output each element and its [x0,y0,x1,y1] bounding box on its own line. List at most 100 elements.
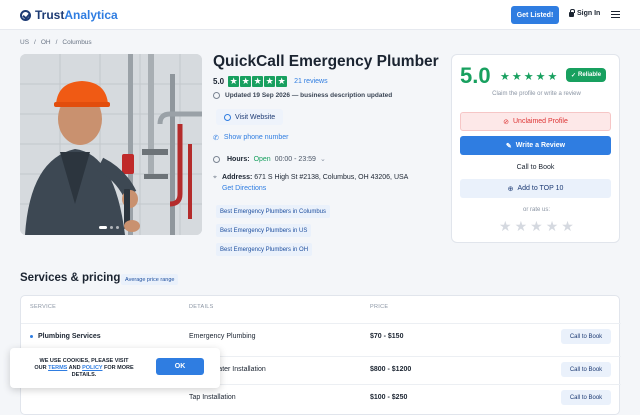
table-row: Plumbing Services Emergency Plumbing $70… [21,323,621,349]
carousel-dot[interactable] [116,226,119,229]
hours-time: 00:00 - 23:59 [274,155,316,163]
cookie-ok-button[interactable]: OK [156,358,204,375]
clock-icon [213,155,220,163]
rate-stars-input[interactable]: ★ ★ ★ ★ ★ [499,218,574,235]
star-icon: ★ [252,76,264,87]
hours-label: Hours: [227,155,250,163]
rating-card: 5.0 ★ ★ ★ ★ ★ ✓ Reliable Claim the profi… [451,54,620,243]
sign-in-label: Sign In [577,10,601,17]
star-outline-icon[interactable]: ★ [530,218,543,235]
service-name: Plumbing Services [30,333,101,340]
address-row: ⌖ Address: 671 S High St #2138, Columbus… [213,172,408,194]
updated-text: Updated 19 Sep 2026 — business descripti… [225,92,393,99]
hours-row: Hours: Open 00:00 - 23:59 ⌄ [213,155,326,163]
column-header-price: PRICE [370,304,389,310]
reliable-badge: ✓ Reliable [566,68,607,82]
service-price: $800 - $1200 [370,366,412,373]
carousel-dots[interactable] [99,226,119,229]
business-name: QuickCall Emergency Plumber [213,53,439,70]
row-call-to-book-button[interactable]: Call to Book [561,362,611,377]
menu-icon[interactable] [611,11,620,18]
star-icon: ★ [547,71,558,83]
phone-icon: ✆ [213,135,219,142]
address-label: Address: [221,174,253,181]
updated-info: Updated 19 Sep 2026 — business descripti… [213,92,392,99]
breadcrumb-us[interactable]: US [20,39,29,46]
unclaimed-profile-button[interactable]: ⊘ Unclaimed Profile [460,112,611,131]
cookie-text: WE USE COOKIES, PLEASE VISIT OUR TERMS A… [22,358,146,379]
row-call-to-book-button[interactable]: Call to Book [561,329,611,344]
unclaimed-label: Unclaimed Profile [513,118,568,125]
star-icon: ★ [240,76,252,87]
write-review-button[interactable]: ✎ Write a Review [460,136,611,155]
hours-status: Open [253,155,271,163]
business-photo[interactable] [20,54,202,235]
cookie-rest: FOR MORE DETAILS. [71,365,134,378]
logo-check-icon [20,9,31,21]
rating-stars: ★ ★ ★ ★ ★ [228,76,288,87]
cookie-banner: WE USE COOKIES, PLEASE VISIT OUR TERMS A… [10,348,220,388]
star-icon: ★ [523,71,534,83]
rating-row: 5.0 ★ ★ ★ ★ ★ 21 reviews [213,76,328,87]
column-header-details: DETAILS [189,304,214,310]
add-to-top10-button[interactable]: ⊕ Add to TOP 10 [460,179,611,198]
get-directions-link[interactable]: Get Directions [222,185,266,192]
card-stars: ★ ★ ★ ★ ★ [500,70,557,83]
cookie-line1: WE USE COOKIES, PLEASE VISIT [39,358,129,364]
tag-oh[interactable]: Best Emergency Plumbers in OH [216,243,313,256]
ban-icon: ⊘ [503,118,509,126]
plus-circle-icon: ⊕ [507,185,514,193]
breadcrumb: US / OH / Columbus [20,39,92,46]
call-to-book-button[interactable]: Call to Book [460,158,611,177]
clock-icon [213,92,220,99]
write-review-label: Write a Review [515,142,566,149]
sign-in-link[interactable]: Sign In [569,9,601,17]
column-header-service: SERVICE [30,304,57,310]
breadcrumb-oh[interactable]: OH [41,39,51,46]
address-text: 671 S High St #2138, Columbus, OH 43206,… [254,174,409,181]
star-icon: ★ [264,76,276,87]
terms-link[interactable]: TERMS [48,365,67,371]
site-logo[interactable]: Trust Analytica [20,8,118,22]
service-price: $70 - $150 [370,333,404,340]
breadcrumb-separator: / [55,39,58,46]
get-listed-button[interactable]: Get Listed! [511,6,559,24]
row-call-to-book-button[interactable]: Call to Book [561,390,611,405]
check-icon: ✓ [571,72,577,79]
star-icon: ★ [500,71,510,83]
breadcrumb-separator: / [34,39,36,46]
globe-icon [224,113,231,121]
chevron-down-icon[interactable]: ⌄ [320,155,326,163]
show-phone-link[interactable]: ✆ Show phone number [213,134,288,142]
star-outline-icon[interactable]: ★ [499,218,512,235]
reliable-label: Reliable [578,72,602,78]
tag-us[interactable]: Best Emergency Plumbers in US [216,224,312,237]
top-header: Trust Analytica Get Listed! Sign In [0,0,640,30]
edit-icon: ✎ [505,142,512,150]
add-top10-label: Add to TOP 10 [517,185,564,192]
cookie-our: OUR [34,365,47,371]
star-outline-icon[interactable]: ★ [515,218,528,235]
star-icon: ★ [276,76,288,87]
plumber-photo-illustration [20,54,202,235]
logo-text-trust: Trust [35,8,65,22]
big-score: 5.0 [460,63,491,88]
star-outline-icon[interactable]: ★ [546,218,559,235]
services-heading: Services & pricing [20,272,121,284]
visit-website-button[interactable]: Visit Website [216,109,284,125]
visit-website-label: Visit Website [235,113,276,121]
carousel-dot-active[interactable] [99,226,107,229]
rating-value: 5.0 [213,77,225,86]
cookie-and: AND [68,365,81,371]
lock-icon [569,9,575,17]
policy-link[interactable]: POLICY [82,365,102,371]
reviews-link[interactable]: 21 reviews [294,78,327,85]
carousel-dot[interactable] [110,226,113,229]
claim-text: Claim the profile or write a review [492,91,581,97]
logo-text-analytica: Analytica [64,8,118,22]
star-outline-icon[interactable]: ★ [561,218,574,235]
breadcrumb-columbus[interactable]: Columbus [62,39,91,46]
service-detail: Emergency Plumbing [189,333,256,340]
location-pin-icon: ⌖ [213,174,217,181]
tag-columbus[interactable]: Best Emergency Plumbers in Columbus [216,205,331,218]
